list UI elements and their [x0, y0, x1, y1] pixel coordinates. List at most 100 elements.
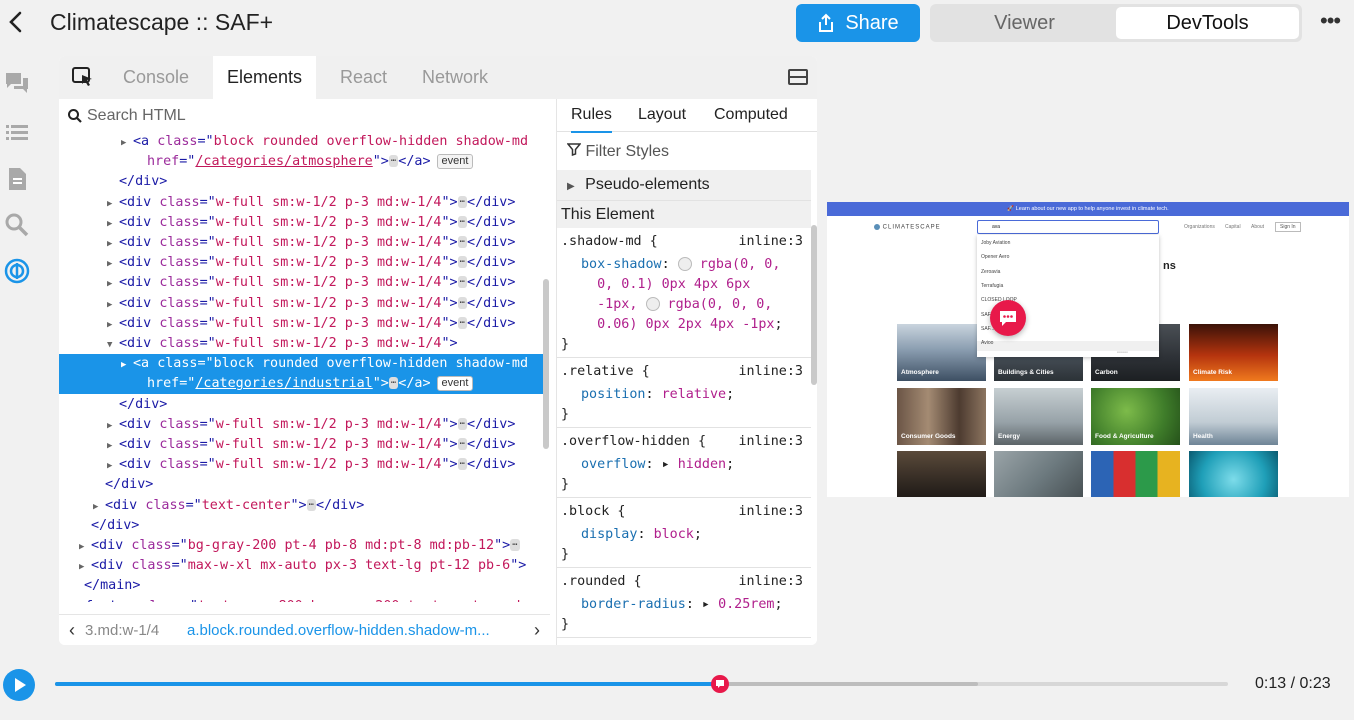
filter-styles-field[interactable]: Filter Styles — [566, 142, 669, 161]
preview-category-tile[interactable] — [994, 451, 1083, 497]
dom-node[interactable]: href="/categories/atmosphere"> ⋯ </a> event — [59, 152, 474, 172]
collapsed-content-icon[interactable]: ⋯ — [457, 276, 468, 289]
css-declaration[interactable]: 0, 0.1) 0px 4px 6px — [581, 275, 750, 295]
breadcrumb-back-icon[interactable]: ‹ — [59, 620, 85, 641]
site-preview[interactable]: 🚀 Learn about our new app to help anyone… — [827, 202, 1349, 497]
expand-arrow-icon[interactable]: ▶ — [121, 133, 133, 153]
dom-node[interactable]: ▶ <div class="w-full sm:w-1/2 p-3 md:w-1/… — [59, 213, 515, 233]
collapsed-content-icon[interactable]: ⋯ — [388, 155, 399, 168]
tab-network[interactable]: Network — [422, 56, 488, 99]
preview-dropdown-item[interactable]: Opener Aero — [981, 254, 1009, 260]
expand-arrow-icon[interactable]: ▶ — [107, 194, 119, 214]
tree-vertical-scrollbar[interactable] — [543, 279, 549, 449]
preview-nav-capital[interactable]: Capital — [1225, 224, 1241, 230]
event-badge[interactable]: event — [436, 375, 474, 391]
chat-bubble-icon[interactable] — [990, 300, 1026, 336]
dock-layout-icon[interactable] — [788, 69, 808, 85]
dom-node[interactable]: ▶ <div class="bg-gray-200 pt-4 pb-8 md:pt… — [59, 536, 520, 556]
dom-node[interactable]: ▼ <div class="w-full sm:w-1/2 p-3 md:w-1/… — [59, 334, 458, 354]
collapsed-content-icon[interactable]: ⋯ — [510, 539, 520, 551]
collapsed-content-icon[interactable]: ⋯ — [457, 417, 468, 430]
timeline-track[interactable] — [55, 682, 1228, 686]
dom-node[interactable]: ▶ <div class="w-full sm:w-1/2 p-3 md:w-1/… — [59, 294, 515, 314]
dom-node[interactable]: ▶ <div class="w-full sm:w-1/2 p-3 md:w-1/… — [59, 233, 515, 253]
dom-node-selected[interactable]: ▶ <a class="block rounded overflow-hidden… — [59, 354, 543, 375]
css-selector[interactable]: .shadow-md { — [561, 232, 658, 252]
css-source[interactable]: inline:3 — [739, 362, 804, 382]
preview-dropdown-item[interactable]: Terrafugia — [981, 283, 1003, 289]
expand-arrow-icon[interactable]: ▶ — [107, 274, 119, 294]
css-source[interactable]: inline:3 — [739, 432, 804, 452]
dom-node[interactable]: ▶ <div class="max-w-xl mx-auto px-3 text-… — [59, 556, 526, 576]
dom-node[interactable]: </div> — [59, 172, 167, 192]
collapsed-content-icon[interactable]: ⋯ — [457, 296, 468, 309]
timeline-scrubber[interactable] — [711, 675, 730, 693]
css-selector[interactable]: .rounded { — [561, 572, 642, 592]
comments-icon[interactable] — [4, 70, 30, 96]
dom-node[interactable]: ▶ <div class="w-full sm:w-1/2 p-3 md:w-1/… — [59, 273, 515, 293]
devtools-icon[interactable] — [4, 258, 30, 284]
expand-arrow-icon[interactable]: ▶ — [79, 557, 91, 577]
preview-search-input[interactable]: ava — [977, 220, 1159, 234]
expand-arrow-icon[interactable]: ▶ — [107, 436, 119, 456]
expand-arrow-icon[interactable]: ▶ — [107, 315, 119, 335]
css-declaration[interactable]: box-shadow: rgba(0, 0, — [581, 255, 780, 275]
preview-dropdown-item[interactable]: Avioo — [981, 340, 993, 346]
tab-elements[interactable]: Elements — [213, 56, 317, 99]
preview-dropdown-item[interactable]: Joby Aviation — [981, 240, 1010, 246]
preview-signin-button[interactable]: Sign In — [1275, 222, 1301, 232]
preview-category-tile[interactable]: Atmosphere — [897, 324, 986, 381]
preview-category-tile[interactable]: Consumer Goods — [897, 388, 986, 445]
preview-category-tile[interactable]: Energy — [994, 388, 1083, 445]
color-swatch-icon[interactable] — [677, 257, 692, 271]
preview-category-tile[interactable] — [897, 451, 986, 497]
preview-logo[interactable]: CLIMATESCAPE — [874, 224, 941, 231]
expand-arrow-icon[interactable]: ▶ — [107, 295, 119, 315]
expand-arrow-icon[interactable]: ▶ — [107, 416, 119, 436]
preview-banner[interactable]: 🚀 Learn about our new app to help anyone… — [827, 202, 1349, 216]
collapsed-content-icon[interactable]: ⋯ — [457, 256, 468, 269]
preview-category-tile[interactable]: Food & Agriculture — [1091, 388, 1180, 445]
dom-node[interactable]: ▶ <div class="w-full sm:w-1/2 p-3 md:w-1/… — [59, 455, 515, 475]
preview-dropdown-item[interactable]: Zeroavia — [981, 269, 1000, 275]
dom-node-selected[interactable]: href="/categories/industrial"> ⋯ </a> event — [59, 374, 543, 395]
dom-node[interactable]: ▶ <div class="w-full sm:w-1/2 p-3 md:w-1/… — [59, 193, 515, 213]
dom-node[interactable]: ▶ <div class="w-full sm:w-1/2 p-3 md:w-1/… — [59, 435, 515, 455]
collapsed-content-icon[interactable]: ⋯ — [457, 458, 468, 471]
preview-nav-organizations[interactable]: Organizations — [1184, 224, 1215, 230]
collapse-arrow-icon[interactable]: ▼ — [107, 335, 119, 355]
tab-computed[interactable]: Computed — [714, 106, 788, 124]
dom-node[interactable]: ▶<footer class="text-gray-800 bg-gray-20… — [59, 597, 520, 602]
dom-node[interactable]: </main> — [59, 576, 140, 596]
expand-arrow-icon[interactable]: ▶ — [107, 234, 119, 254]
collapsed-content-icon[interactable]: ⋯ — [457, 316, 468, 329]
styles-scrollbar[interactable] — [811, 225, 817, 385]
color-swatch-icon[interactable] — [645, 297, 660, 311]
expand-arrow-icon[interactable]: ▶ — [107, 254, 119, 274]
css-selector[interactable]: .block { — [561, 502, 626, 522]
dom-node[interactable]: </div> — [59, 516, 139, 536]
css-declaration[interactable]: -1px, rgba(0, 0, 0, — [581, 295, 772, 315]
collapsed-content-icon[interactable]: ⋯ — [457, 438, 468, 450]
breadcrumb-prev[interactable]: 3.md:w-1/4 — [85, 622, 175, 639]
css-selector[interactable]: .relative { — [561, 362, 650, 382]
css-declaration[interactable]: 0.06) 0px 2px 4px -1px; — [581, 315, 782, 335]
css-selector[interactable]: .overflow-hidden { — [561, 432, 706, 452]
share-button[interactable]: Share — [796, 4, 920, 42]
list-icon[interactable] — [4, 120, 30, 146]
expand-arrow-icon[interactable]: ▶ — [121, 355, 133, 375]
dom-node[interactable]: ▶ <div class="w-full sm:w-1/2 p-3 md:w-1/… — [59, 415, 515, 435]
expand-arrow-icon[interactable]: ▶ — [107, 456, 119, 476]
preview-category-tile[interactable] — [1189, 451, 1278, 497]
preview-category-tile[interactable]: Climate Risk — [1189, 324, 1278, 381]
html-search-field[interactable]: Search HTML — [67, 107, 186, 125]
css-declaration[interactable]: border-radius: ▸ 0.25rem; — [581, 595, 783, 615]
collapsed-content-icon[interactable]: ⋯ — [457, 215, 468, 228]
dom-node[interactable]: ▶ <a class="block rounded overflow-hidden… — [59, 132, 528, 152]
dom-node[interactable]: </div> — [59, 475, 153, 495]
event-badge[interactable]: event — [436, 153, 474, 169]
pseudo-elements-toggle[interactable]: ▶ Pseudo-elements — [557, 170, 811, 200]
dom-node[interactable]: </div> — [59, 395, 167, 415]
collapsed-content-icon[interactable]: ⋯ — [306, 498, 316, 511]
css-declaration[interactable]: display: block; — [581, 525, 702, 545]
